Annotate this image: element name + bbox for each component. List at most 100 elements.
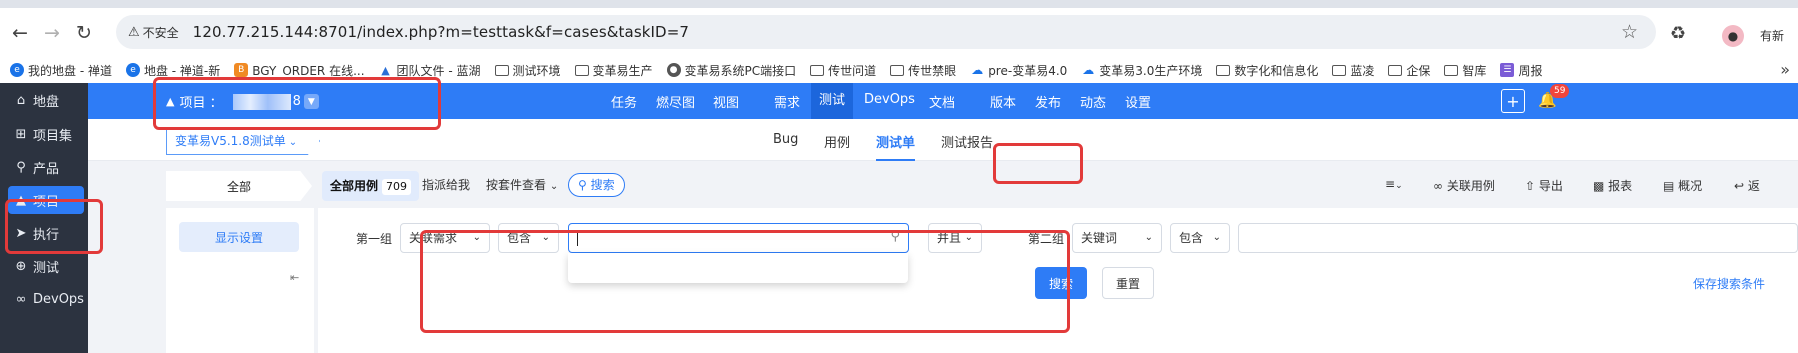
project-switcher[interactable]: ▲ 项目 ： 8 ▼ [166,92,319,111]
security-indicator[interactable]: ⚠ 不安全 [128,24,179,41]
menu-dynamic[interactable]: 动态 [1080,92,1106,111]
search-toggle-button[interactable]: ⚲ 搜索 [568,173,625,197]
and-or-select[interactable]: 并且 ⌄ [928,223,982,253]
bookmark-item[interactable]: 测试环境 [494,62,561,79]
bookmark-item[interactable]: 传世问道 [810,62,876,79]
menu-devops[interactable]: DevOps [864,92,915,107]
filter-all-cases[interactable]: 全部用例 709 [322,171,420,201]
group1-value-input[interactable]: ⚲ [568,223,909,253]
star-icon[interactable]: ☆ [1621,21,1638,43]
extensions-icon[interactable]: ♻ [1670,23,1686,44]
bookmark-item[interactable]: e 我的地盘 - 禅道 [10,62,112,79]
report-button[interactable]: ▩ 报表 [1593,177,1632,194]
tab-testreport[interactable]: 测试报告 [941,132,993,151]
menu-doc[interactable]: 文档 [929,92,955,111]
collapse-icon[interactable]: ⇤ [290,271,299,284]
globe-icon: e [10,63,24,77]
bookmark-label: 周报 [1518,63,1543,78]
bookmark-label: 企保 [1406,63,1431,78]
sidebar-item-test[interactable]: ⊕ 测试 [0,249,88,283]
tab-bug[interactable]: Bug [773,132,798,147]
bookmark-item[interactable]: 企保 [1388,62,1430,79]
tab-testtask[interactable]: 测试单 [876,132,916,161]
filter-by-suite[interactable]: 按套件查看 ⌄ [486,176,558,193]
bookmark-item[interactable]: 智库 [1444,62,1486,79]
bookmark-label: 变革易系统PC端接口 [684,63,797,78]
filter-assigned-to-me[interactable]: 指派给我 [422,176,470,193]
sidebar-item-project[interactable]: ▲ 项目 [0,183,88,217]
testrun-selector[interactable]: 变革易V5.1.8测试单 ⌄ [166,127,321,155]
create-plus-icon[interactable]: + [1501,89,1525,113]
group1-operator-select[interactable]: 包含 ⌄ [498,223,559,253]
profile-icon[interactable]: ● [1722,25,1744,47]
search-toggle-label: 搜索 [590,178,615,192]
bookmark-label: BGY_ORDER 在线... [252,63,365,78]
bookmark-item[interactable]: B BGY_ORDER 在线... [234,62,365,79]
bookmark-item[interactable]: ☁ pre-变革易4.0 [970,62,1067,79]
new-version-button[interactable]: 有新 [1760,27,1784,44]
cloud-icon: ☁ [971,63,984,77]
bookmark-item[interactable]: 传世禁眼 [890,62,956,79]
sidebar-item-program[interactable]: ⊞ 项目集 [0,117,88,151]
menu-task[interactable]: 任务 [611,92,637,111]
warning-icon: ⚠ [128,24,140,40]
display-settings-button[interactable]: 显示设置 [179,222,299,252]
reset-button[interactable]: 重置 [1102,267,1154,299]
bookmark-item[interactable]: 变革易生产 [574,62,653,79]
sidebar-item-execution[interactable]: ➤ 执行 [0,216,88,250]
chevron-down-icon[interactable]: ▼ [303,94,319,109]
sidebar-item-product[interactable]: ⚲ 产品 [0,150,88,184]
browser-tab-strip [0,0,1798,8]
link-case-button[interactable]: ∞ 关联用例 [1433,177,1495,194]
chevron-down-icon: ⌄ [472,232,481,243]
main-content: 全部 全部用例 709 指派给我 按套件查看 ⌄ ⚲ 搜索 ≡⌄ ∞ 关联用例 ⇧… [88,161,1798,353]
bookmark-item[interactable]: 数字化和信息化 [1216,62,1318,79]
bookmark-label: 我的地盘 - 禅道 [28,63,112,78]
bookmark-label: 测试环境 [512,63,561,78]
reload-icon[interactable]: ↻ [68,17,100,49]
bulb-icon: ⚲ [16,159,26,175]
back-label: 返 [1747,179,1760,193]
sidebar-item-my[interactable]: ⌂ 地盘 [0,83,88,117]
back-button[interactable]: ↩ 返 [1734,177,1760,194]
back-icon[interactable]: ← [4,17,36,49]
overview-label: 概况 [1678,179,1703,193]
tab-case[interactable]: 用例 [824,132,850,151]
autocomplete-dropdown[interactable] [568,253,908,283]
bookmark-item[interactable]: e 地盘 - 禅道-新 [125,62,220,79]
overview-icon: ▤ [1663,179,1675,193]
bookmark-item[interactable]: ☁ 变革易3.0生产环境 [1081,62,1202,79]
bookmark-item[interactable]: 蓝凌 [1332,62,1374,79]
export-button[interactable]: ⇧ 导出 [1525,177,1563,194]
overview-button[interactable]: ▤ 概况 [1663,177,1702,194]
menu-burndown[interactable]: 燃尽图 [656,92,695,111]
menu-release[interactable]: 发布 [1035,92,1061,111]
group1-field-select[interactable]: 关联需求 ⌄ [400,223,490,253]
bookmark-item[interactable]: ● 变革易系统PC端接口 [666,62,797,79]
group2-operator-select[interactable]: 包含 ⌄ [1170,223,1230,253]
group2-field-select[interactable]: 关键词 ⌄ [1072,223,1162,253]
home-icon: ⌂ [16,92,26,108]
search-submit-button[interactable]: 搜索 [1035,267,1087,299]
url-text[interactable]: 120.77.215.144:8701/index.php?m=testtask… [193,23,689,41]
address-bar[interactable]: ⚠ 不安全 120.77.215.144:8701/index.php?m=te… [116,15,1656,49]
menu-story[interactable]: 需求 [774,92,800,111]
more-bookmarks-icon[interactable]: » [1780,60,1790,79]
folder-icon [890,64,905,76]
layout-toggle[interactable]: ≡⌄ [1385,177,1403,191]
group2-value-input[interactable] [1238,223,1798,253]
sidebar-item-devops[interactable]: ∞ DevOps [0,282,88,316]
menu-test[interactable]: 测试 [811,83,854,119]
bookmark-item[interactable]: ▲ 团队文件 - 蓝湖 [379,62,480,79]
sub-navigation: 变革易V5.1.8测试单 ⌄ Bug 用例 测试单 测试报告 [88,119,1798,161]
menu-build[interactable]: 版本 [990,92,1016,111]
menu-settings[interactable]: 设置 [1125,92,1151,111]
project-icon: ▲ [166,95,175,108]
module-all-tab[interactable]: 全部 [166,171,312,201]
sidebar-item-label: 测试 [33,260,60,276]
forward-icon[interactable]: → [36,17,68,49]
bookmark-item[interactable]: ☰ 周报 [1500,62,1542,79]
report-label: 报表 [1608,179,1633,193]
menu-view[interactable]: 视图 [713,92,739,111]
save-search-link[interactable]: 保存搜索条件 [1693,275,1765,292]
